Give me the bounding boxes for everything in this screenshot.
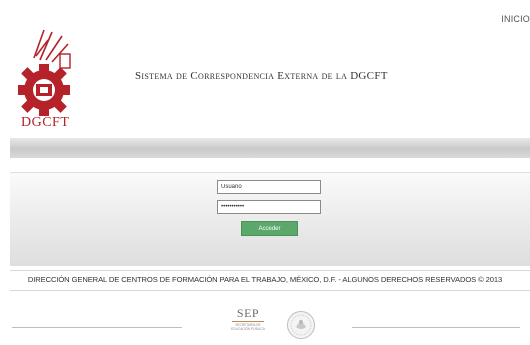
login-button[interactable]: Acceder <box>241 221 298 236</box>
logo-text: DGCFT <box>21 115 70 130</box>
sep-sub-line2: EDUCACIÓN PÚBLICA <box>231 327 265 331</box>
sep-logo: SEP SECRETARÍA DE EDUCACIÓN PÚBLICA <box>226 306 270 331</box>
footer-rule-left <box>12 327 182 328</box>
header-band <box>10 138 530 158</box>
system-title: Sistema de Correspondencia Externa de la… <box>135 70 388 82</box>
footer-divider <box>10 270 530 271</box>
footer-rule-right <box>352 327 520 328</box>
sep-underline <box>232 321 264 322</box>
mexico-seal-icon <box>286 310 316 340</box>
inicio-link[interactable]: INICIO <box>501 14 530 24</box>
footer-divider-bottom <box>10 290 530 291</box>
password-input[interactable] <box>217 200 321 214</box>
footer-copyright: DIRECCIÓN GENERAL DE CENTROS DE FORMACIÓ… <box>27 275 503 284</box>
username-input[interactable] <box>217 180 321 194</box>
sep-word: SEP <box>236 306 260 320</box>
